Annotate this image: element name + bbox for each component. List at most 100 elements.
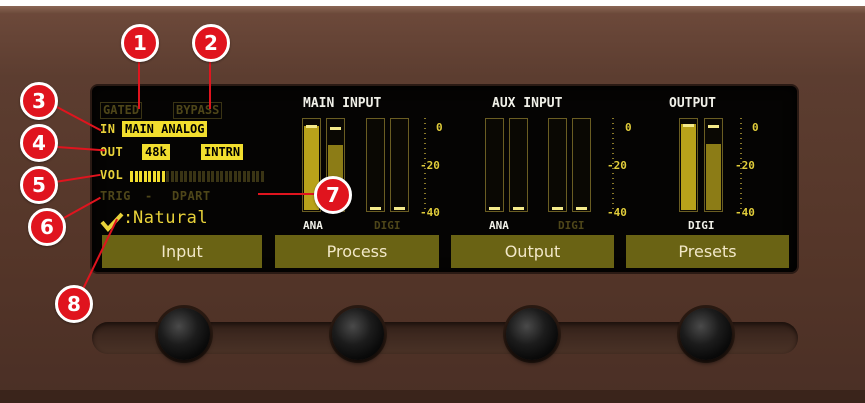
volume-segment	[260, 171, 264, 182]
meter-scale-tick	[424, 198, 426, 199]
aux-ana-label: ANA	[489, 219, 509, 232]
tab-input[interactable]: Input	[102, 235, 262, 268]
meter-scale-tick	[424, 193, 426, 194]
aux-digi-right-meter	[572, 118, 591, 212]
main-scale-20: -20	[420, 159, 440, 172]
meter-scale-tick	[612, 188, 614, 189]
meter-scale-tick	[612, 193, 614, 194]
volume-segment	[233, 171, 237, 182]
callout-3: 3	[20, 82, 58, 120]
meter-scale-tick	[740, 168, 742, 169]
volume-segment	[170, 171, 174, 182]
meter-scale-tick	[424, 183, 426, 184]
meter-scale-tick	[740, 163, 742, 164]
meter-scale-tick	[740, 193, 742, 194]
volume-segment	[175, 171, 178, 182]
volume-segment	[247, 171, 250, 182]
callout-2-leader	[209, 61, 211, 109]
gated-indicator: GATED	[100, 102, 143, 119]
meter-scale-tick	[424, 148, 426, 149]
volume-segment	[197, 171, 201, 182]
volume-segment	[224, 171, 228, 182]
meter-scale-tick	[740, 133, 742, 134]
meter-scale-tick	[612, 153, 614, 154]
output-scale-0: 0	[752, 121, 759, 134]
output-knob[interactable]	[506, 308, 558, 360]
meter-scale-tick	[424, 123, 426, 124]
callout-1: 1	[121, 24, 159, 62]
volume-segment	[134, 171, 138, 182]
meter-scale-tick	[424, 173, 426, 174]
meter-scale-tick	[740, 153, 742, 154]
meter-scale-tick	[740, 208, 742, 209]
aux-scale-40: -40	[607, 206, 627, 219]
meter-scale-tick	[612, 123, 614, 124]
volume-segment	[188, 171, 192, 182]
presets-knob[interactable]	[680, 308, 732, 360]
meter-scale-tick	[612, 203, 614, 204]
output-scale-40: -40	[735, 206, 755, 219]
meter-scale-tick	[424, 178, 426, 179]
meter-scale-tick	[424, 133, 426, 134]
preset-name: Natural	[133, 208, 209, 228]
meter-scale-tick	[740, 123, 742, 124]
meter-scale-tick	[740, 148, 742, 149]
output-right-meter	[704, 118, 723, 212]
meter-scale-tick	[612, 158, 614, 159]
meter-scale-tick	[424, 168, 426, 169]
tab-output[interactable]: Output	[451, 235, 614, 268]
main-scale-0: 0	[436, 121, 443, 134]
meter-scale-tick	[424, 138, 426, 139]
process-knob[interactable]	[332, 308, 384, 360]
output-label: OUT	[100, 145, 124, 159]
trigger-separator: -	[145, 189, 153, 203]
volume-segment	[143, 171, 147, 182]
sample-rate-value: 48k	[142, 144, 170, 160]
meter-scale-tick	[424, 163, 426, 164]
volume-segment	[211, 171, 214, 182]
meter-scale-tick	[740, 118, 742, 119]
device-front-panel: GATED BYPASS IN MAIN ANALOG OUT 48k INTR…	[0, 0, 865, 403]
meter-scale-tick	[612, 168, 614, 169]
tab-presets[interactable]: Presets	[626, 235, 789, 268]
volume-segment	[256, 171, 259, 182]
volume-segment	[166, 171, 169, 182]
main-input-meter-title: MAIN INPUT	[303, 96, 382, 111]
tab-process[interactable]: Process	[275, 235, 439, 268]
meter-scale-tick	[612, 198, 614, 199]
volume-segment	[130, 171, 133, 182]
input-knob[interactable]	[158, 308, 210, 360]
meter-scale-tick	[740, 178, 742, 179]
meter-scale-tick	[424, 118, 426, 119]
volume-segment	[139, 171, 142, 182]
volume-segment	[206, 171, 210, 182]
meter-scale-tick	[612, 208, 614, 209]
aux-scale-20: -20	[607, 159, 627, 172]
aux-input-meter-title: AUX INPUT	[492, 96, 563, 111]
callout-5: 5	[20, 166, 58, 204]
aux-digi-left-meter	[548, 118, 567, 212]
meter-scale-tick	[740, 128, 742, 129]
meter-scale-tick	[612, 178, 614, 179]
trigger-indicator: TRIG	[100, 189, 131, 203]
meter-scale-tick	[612, 148, 614, 149]
meter-scale-tick	[424, 158, 426, 159]
main-digi-right-meter	[390, 118, 409, 212]
meter-scale-tick	[612, 138, 614, 139]
meter-scale-tick	[424, 188, 426, 189]
callout-7: 7	[314, 176, 352, 214]
callout-1-leader	[138, 61, 140, 109]
meter-scale-tick	[424, 153, 426, 154]
clock-source-value: INTRN	[201, 144, 244, 160]
main-digi-left-meter	[366, 118, 385, 212]
output-digi-label: DIGI	[688, 219, 715, 232]
meter-scale-tick	[612, 133, 614, 134]
volume-segment	[229, 171, 232, 182]
meter-scale-tick	[612, 173, 614, 174]
meter-scale-tick	[612, 118, 614, 119]
panel-bottom-edge	[0, 390, 865, 403]
volume-segment	[157, 171, 160, 182]
volume-segment	[193, 171, 196, 182]
bypass-indicator: BYPASS	[173, 102, 223, 119]
meter-scale-tick	[424, 208, 426, 209]
